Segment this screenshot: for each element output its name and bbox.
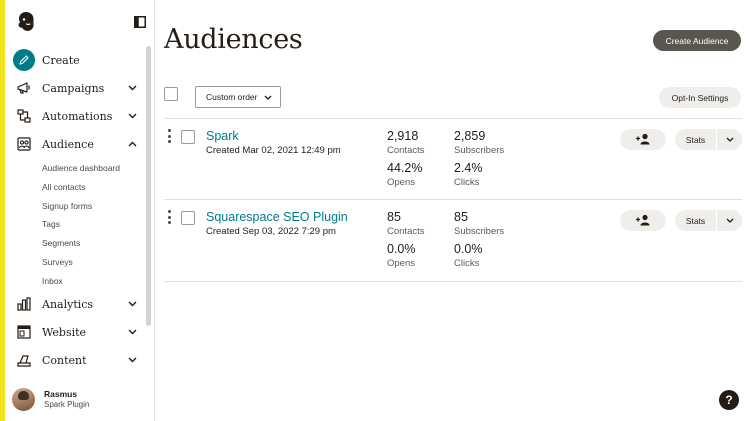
chevron-down-icon <box>127 355 137 365</box>
workflow-icon <box>13 105 35 127</box>
stats-button[interactable]: Stats <box>675 210 742 231</box>
page-title: Audiences <box>164 24 303 55</box>
megaphone-icon <box>13 77 35 99</box>
opens-rate: 0.0% <box>387 242 416 256</box>
select-all-checkbox[interactable] <box>164 87 178 101</box>
sidebar-item-label: Create <box>42 53 80 67</box>
sort-order-select[interactable]: Custom order <box>195 86 281 108</box>
audience-created-date: Created Mar 02, 2021 12:49 pm <box>206 145 341 156</box>
subscribers-count: 2,859 <box>454 129 486 143</box>
row-checkbox[interactable] <box>181 130 195 144</box>
subscribers-count: 85 <box>454 210 468 224</box>
audience-name-link[interactable]: Spark <box>206 129 239 143</box>
add-contact-button[interactable] <box>620 129 666 150</box>
sidebar-item-content[interactable]: Content <box>13 348 137 372</box>
add-user-icon <box>635 133 651 147</box>
opt-in-settings-button[interactable]: Opt-In Settings <box>659 87 741 108</box>
contacts-count: 85 <box>387 210 401 224</box>
divider <box>164 281 742 282</box>
sidebar-item-campaigns[interactable]: Campaigns <box>13 76 137 100</box>
clicks-label: Clicks <box>454 258 480 269</box>
clicks-rate: 0.0% <box>454 242 483 256</box>
sidebar-scrollbar[interactable] <box>146 46 151 326</box>
clicks-label: Clicks <box>454 177 480 188</box>
sidebar: Create Campaigns Automations Audience Au… <box>5 0 155 421</box>
pencil-icon <box>13 49 35 71</box>
contacts-label: Contacts <box>387 145 425 156</box>
clicks-rate: 2.4% <box>454 161 483 175</box>
row-checkbox[interactable] <box>181 211 195 225</box>
chevron-down-icon <box>127 111 137 121</box>
sidebar-item-label: Analytics <box>42 297 94 311</box>
chevron-up-icon <box>127 139 137 149</box>
sort-order-value: Custom order <box>206 92 258 102</box>
audience-name-link[interactable]: Squarespace SEO Plugin <box>206 210 348 224</box>
chevron-down-icon[interactable] <box>717 129 742 150</box>
sidebar-item-website[interactable]: Website <box>13 320 137 344</box>
audience-row: Spark Created Mar 02, 2021 12:49 pm 2,91… <box>164 119 742 199</box>
sidebar-collapse-icon[interactable] <box>134 15 146 28</box>
sidebar-item-automations[interactable]: Automations <box>13 104 137 128</box>
add-contact-button[interactable] <box>620 210 666 231</box>
subnav-signup-forms[interactable]: Signup forms <box>42 201 92 211</box>
create-audience-button[interactable]: Create Audience <box>653 30 741 51</box>
sidebar-item-label: Automations <box>42 109 113 123</box>
chevron-down-icon <box>127 83 137 93</box>
chevron-down-icon <box>127 327 137 337</box>
subnav-inbox[interactable]: Inbox <box>42 276 63 286</box>
subnav-tags[interactable]: Tags <box>42 219 60 229</box>
profile-name: Rasmus <box>44 389 78 399</box>
mailchimp-logo-icon[interactable] <box>14 10 38 34</box>
sidebar-item-label: Audience <box>42 137 94 151</box>
website-icon <box>13 321 35 343</box>
sidebar-item-audience[interactable]: Audience <box>13 132 137 156</box>
opens-rate: 44.2% <box>387 161 423 175</box>
sidebar-item-label: Website <box>42 325 87 339</box>
chevron-down-icon <box>264 93 272 101</box>
contacts-label: Contacts <box>387 226 425 237</box>
audience-created-date: Created Sep 03, 2022 7:29 pm <box>206 226 336 237</box>
subnav-audience-dashboard[interactable]: Audience dashboard <box>42 163 120 173</box>
subnav-all-contacts[interactable]: All contacts <box>42 182 85 192</box>
sidebar-item-label: Content <box>42 353 87 367</box>
sidebar-item-analytics[interactable]: Analytics <box>13 292 137 316</box>
add-user-icon <box>635 214 651 228</box>
sidebar-item-label: Campaigns <box>42 81 105 95</box>
stats-button-label: Stats <box>675 129 717 150</box>
drag-handle-icon[interactable] <box>167 210 171 224</box>
chevron-down-icon <box>127 299 137 309</box>
avatar <box>12 387 35 411</box>
subscribers-label: Subscribers <box>454 145 505 156</box>
chevron-down-icon[interactable] <box>717 210 742 231</box>
subscribers-label: Subscribers <box>454 226 505 237</box>
content-icon <box>13 349 35 371</box>
opens-label: Opens <box>387 258 415 269</box>
audience-icon <box>13 133 35 155</box>
stats-button[interactable]: Stats <box>675 129 742 150</box>
sidebar-item-create[interactable]: Create <box>13 48 137 72</box>
subnav-surveys[interactable]: Surveys <box>42 257 73 267</box>
drag-handle-icon[interactable] <box>167 129 171 143</box>
audience-row: Squarespace SEO Plugin Created Sep 03, 2… <box>164 200 742 280</box>
profile-account: Spark Plugin <box>44 400 90 409</box>
opens-label: Opens <box>387 177 415 188</box>
subnav-segments[interactable]: Segments <box>42 238 80 248</box>
bar-chart-icon <box>13 293 35 315</box>
stats-button-label: Stats <box>675 210 717 231</box>
account-profile[interactable]: Rasmus Spark Plugin <box>12 384 152 414</box>
help-button[interactable]: ? <box>719 390 739 410</box>
contacts-count: 2,918 <box>387 129 419 143</box>
